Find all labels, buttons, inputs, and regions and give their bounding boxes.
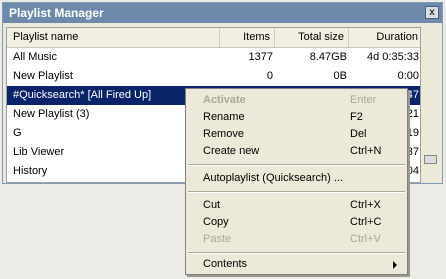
column-header-items[interactable]: Items xyxy=(220,28,275,47)
submenu-arrow-icon xyxy=(393,261,397,269)
menu-item-rename[interactable]: Rename F2 xyxy=(186,109,407,126)
menu-separator xyxy=(188,164,405,166)
row-size: 0B xyxy=(333,70,347,82)
menu-shortcut: Del xyxy=(350,128,367,140)
column-header-duration[interactable]: Duration xyxy=(349,28,420,47)
menu-item-paste: Paste Ctrl+V xyxy=(186,231,407,248)
menu-shortcut: F2 xyxy=(350,111,363,123)
menu-label: Copy xyxy=(203,216,229,228)
row-name: New Playlist xyxy=(13,70,73,82)
menu-item-copy[interactable]: Copy Ctrl+C xyxy=(186,214,407,231)
menu-label: Rename xyxy=(203,111,245,123)
row-items: 0 xyxy=(266,70,273,82)
list-header: Playlist name Items Total size Duration xyxy=(7,28,420,48)
menu-item-activate: Activate Enter xyxy=(186,92,407,109)
menu-label: Remove xyxy=(203,128,244,140)
desktop-background: Playlist Manager x Playlist name Items T… xyxy=(0,0,446,279)
resize-grip-icon[interactable] xyxy=(424,155,437,164)
menu-item-create-new[interactable]: Create new Ctrl+N xyxy=(186,143,407,160)
column-header-name[interactable]: Playlist name xyxy=(7,28,220,47)
menu-label: Autoplaylist (Quicksearch) ... xyxy=(203,172,343,184)
menu-item-autoplaylist[interactable]: Autoplaylist (Quicksearch) ... xyxy=(186,170,407,187)
menu-shortcut: Ctrl+V xyxy=(350,233,381,245)
row-duration: 4d 0:35:33 xyxy=(367,51,419,63)
playlist-row-new-playlist[interactable]: New Playlist 0 0B 0:00 xyxy=(7,67,420,86)
menu-label: Cut xyxy=(203,199,221,211)
row-items: 1377 xyxy=(248,51,273,63)
menu-separator xyxy=(188,252,405,254)
menu-label: Contents xyxy=(203,258,248,270)
row-duration: 0:00 xyxy=(397,70,419,82)
menu-shortcut: Ctrl+X xyxy=(350,199,381,211)
column-header-size[interactable]: Total size xyxy=(275,28,349,47)
menu-item-remove[interactable]: Remove Del xyxy=(186,126,407,143)
menu-label: Create new xyxy=(203,145,260,157)
menu-item-cut[interactable]: Cut Ctrl+X xyxy=(186,197,407,214)
close-icon[interactable]: x xyxy=(425,6,439,19)
menu-shortcut: Ctrl+C xyxy=(350,216,382,228)
menu-separator xyxy=(188,191,405,193)
menu-label: Paste xyxy=(203,233,232,245)
menu-shortcut: Ctrl+N xyxy=(350,145,382,157)
window-title: Playlist Manager xyxy=(3,3,442,23)
context-menu: Activate Enter Rename F2 Remove Del Crea… xyxy=(185,88,408,275)
menu-shortcut: Enter xyxy=(350,94,377,106)
menu-label: Activate xyxy=(203,94,246,106)
menu-item-contents[interactable]: Contents xyxy=(186,256,407,273)
row-size: 8.47GB xyxy=(309,51,347,63)
row-name: All Music xyxy=(13,51,58,63)
playlist-row-all-music[interactable]: All Music 1377 8.47GB 4d 0:35:33 xyxy=(7,48,420,67)
